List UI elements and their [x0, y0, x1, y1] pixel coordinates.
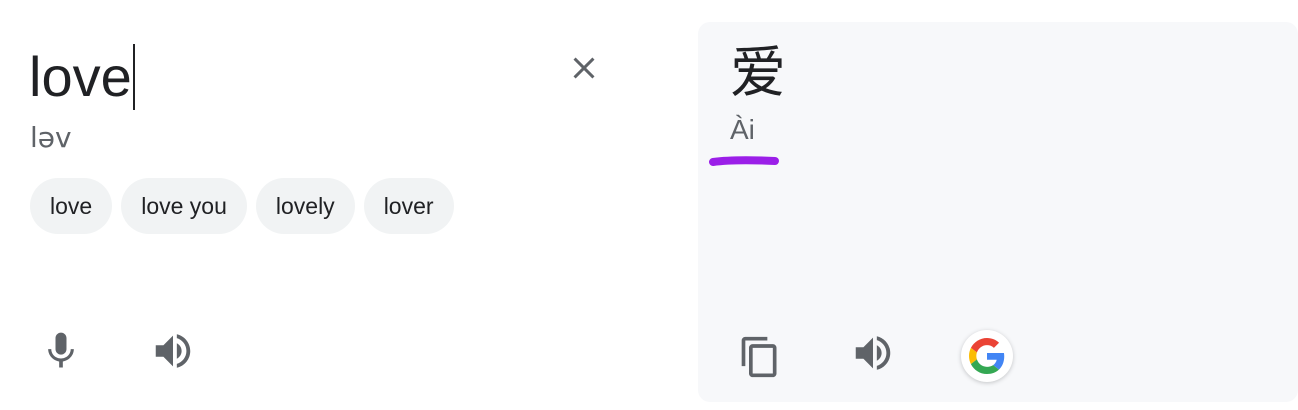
google-g-icon: [969, 338, 1005, 374]
speaker-icon: [855, 336, 891, 370]
highlight-underline: [709, 156, 779, 166]
open-in-google-button[interactable]: [961, 330, 1013, 382]
suggestion-chip-lover[interactable]: lover: [363, 178, 454, 234]
speaker-icon: [155, 334, 191, 368]
source-text-value: love: [29, 45, 132, 108]
suggestion-chip-love-you[interactable]: love you: [121, 178, 247, 234]
copy-icon: [741, 336, 777, 378]
source-phonetic: ləv: [30, 121, 72, 154]
close-icon: [573, 57, 595, 79]
listen-source-button[interactable]: [146, 324, 200, 378]
target-panel: 爱 Ài: [698, 22, 1298, 402]
target-text: 爱: [730, 41, 786, 106]
source-text-input[interactable]: love: [29, 42, 135, 112]
source-panel: love ləv love love you lovely lover: [0, 0, 650, 410]
listen-translation-button[interactable]: [846, 326, 900, 380]
suggestion-chips: love love you lovely lover: [30, 178, 454, 234]
copy-translation-button[interactable]: [734, 330, 786, 384]
suggestion-chip-love[interactable]: love: [30, 178, 113, 234]
microphone-icon: [48, 332, 74, 368]
suggestion-chip-lovely[interactable]: lovely: [255, 178, 355, 234]
text-caret: [132, 44, 135, 110]
voice-input-button[interactable]: [36, 324, 86, 378]
translate-widget: love ləv love love you lovely lover 爱 Ài: [0, 0, 1298, 410]
target-romanization: Ài: [730, 114, 755, 145]
clear-source-button[interactable]: [560, 44, 608, 92]
